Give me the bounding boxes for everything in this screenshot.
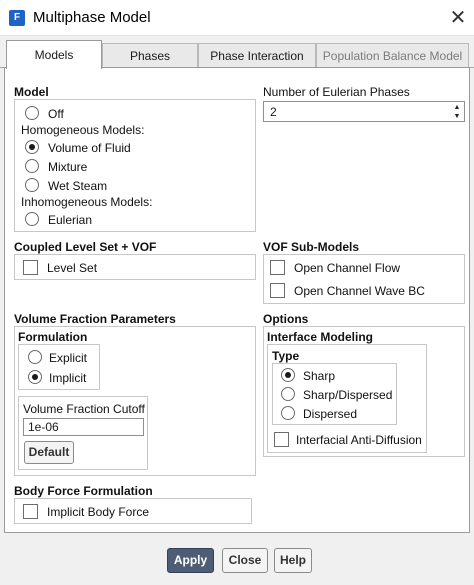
label-off: Off xyxy=(48,107,64,121)
apply-button[interactable]: Apply xyxy=(167,548,214,573)
tab-phase-interaction[interactable]: Phase Interaction xyxy=(198,43,316,68)
title-bar: F Multiphase Model ✕ xyxy=(0,0,474,36)
label-mixture: Mixture xyxy=(48,160,88,174)
label-implicit-body-force: Implicit Body Force xyxy=(47,505,150,519)
model-section-title: Model xyxy=(14,85,49,99)
coupled-section-title: Coupled Level Set + VOF xyxy=(14,240,157,254)
body-force-section-title: Body Force Formulation xyxy=(14,484,153,498)
default-button[interactable]: Default xyxy=(24,441,74,464)
dialog-footer: Apply Close Help xyxy=(0,533,474,585)
cutoff-input[interactable]: 1e-06 xyxy=(23,418,144,436)
close-window-icon[interactable]: ✕ xyxy=(446,6,470,30)
eulerian-phases-value: 2 xyxy=(270,105,277,119)
eulerian-phases-label: Number of Eulerian Phases xyxy=(263,85,410,99)
formulation-title: Formulation xyxy=(18,330,88,344)
label-wet-steam: Wet Steam xyxy=(48,179,108,193)
label-level-set: Level Set xyxy=(47,261,98,275)
options-section-title: Options xyxy=(263,312,309,326)
coupled-group: Level Set xyxy=(14,254,256,280)
radio-explicit[interactable] xyxy=(28,350,42,364)
help-button[interactable]: Help xyxy=(274,548,312,573)
label-interfacial-anti-diffusion: Interfacial Anti-Diffusion xyxy=(296,433,422,447)
spinner-down-icon[interactable]: ▼ xyxy=(452,112,462,121)
interface-modeling-title: Interface Modeling xyxy=(267,330,374,344)
type-title: Type xyxy=(272,349,300,363)
label-volume-of-fluid: Volume of Fluid xyxy=(48,141,131,155)
inhomogeneous-models-label: Inhomogeneous Models: xyxy=(21,195,153,209)
close-button[interactable]: Close xyxy=(222,548,268,573)
radio-dispersed[interactable] xyxy=(281,406,295,420)
homogeneous-models-label: Homogeneous Models: xyxy=(21,123,145,137)
radio-mixture[interactable] xyxy=(25,159,39,173)
label-sharp: Sharp xyxy=(303,369,336,383)
radio-volume-of-fluid[interactable] xyxy=(25,140,39,154)
eulerian-phases-spinner[interactable]: 2 ▲ ▼ xyxy=(263,101,465,122)
tab-phases[interactable]: Phases xyxy=(102,43,198,68)
label-explicit: Explicit xyxy=(49,351,88,365)
checkbox-interfacial-anti-diffusion[interactable] xyxy=(274,432,289,447)
tab-population-balance-model[interactable]: Population Balance Model xyxy=(316,43,469,68)
checkbox-implicit-body-force[interactable] xyxy=(23,504,38,519)
label-implicit: Implicit xyxy=(49,371,87,385)
type-group: Sharp Sharp/Dispersed Dispersed xyxy=(272,363,397,425)
checkbox-level-set[interactable] xyxy=(23,260,38,275)
app-logo-icon: F xyxy=(9,10,25,26)
label-dispersed: Dispersed xyxy=(303,407,358,421)
checkbox-open-channel-flow[interactable] xyxy=(270,260,285,275)
radio-implicit[interactable] xyxy=(28,370,42,384)
window-title: Multiphase Model xyxy=(33,9,151,26)
radio-off[interactable] xyxy=(25,106,39,120)
label-open-channel-wave-bc: Open Channel Wave BC xyxy=(294,284,425,298)
formulation-group: Explicit Implicit xyxy=(18,344,100,390)
vfp-section-title: Volume Fraction Parameters xyxy=(14,312,176,326)
models-panel: Model Off Homogeneous Models: Volume of … xyxy=(4,67,470,533)
tab-bar: Models Phases Phase Interaction Populati… xyxy=(0,36,474,69)
label-eulerian: Eulerian xyxy=(48,213,93,227)
label-sharp-dispersed: Sharp/Dispersed xyxy=(303,388,393,402)
model-group: Off Homogeneous Models: Volume of Fluid … xyxy=(14,99,256,232)
vof-submodels-group: Open Channel Flow Open Channel Wave BC xyxy=(263,254,465,304)
checkbox-open-channel-wave-bc[interactable] xyxy=(270,283,285,298)
radio-eulerian[interactable] xyxy=(25,212,39,226)
cutoff-label: Volume Fraction Cutoff xyxy=(23,402,145,416)
radio-sharp[interactable] xyxy=(281,368,295,382)
label-open-channel-flow: Open Channel Flow xyxy=(294,261,401,275)
vof-submodels-title: VOF Sub-Models xyxy=(263,240,359,254)
tab-models[interactable]: Models xyxy=(6,40,102,69)
spinner-up-icon[interactable]: ▲ xyxy=(452,103,462,112)
radio-sharp-dispersed[interactable] xyxy=(281,387,295,401)
body-force-group: Implicit Body Force xyxy=(14,498,252,524)
radio-wet-steam[interactable] xyxy=(25,178,39,192)
